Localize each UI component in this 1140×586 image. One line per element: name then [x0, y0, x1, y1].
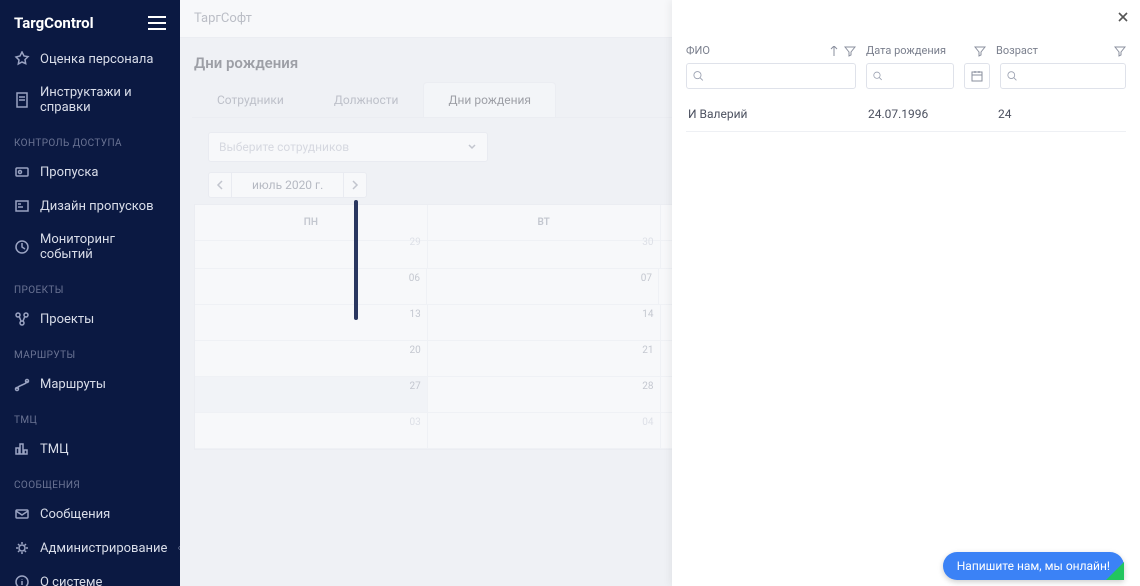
sidebar-item-briefings[interactable]: Инструктажи и справки: [0, 76, 180, 124]
tmc-icon: [14, 441, 30, 457]
sidebar-item-label: Пропуска: [40, 165, 98, 180]
col-dob-label: Дата рождения: [866, 44, 946, 57]
nav-section-title: МАРШРУТЫ: [0, 336, 180, 367]
calendar-cell[interactable]: 28: [428, 377, 661, 413]
tab-employees[interactable]: Сотрудники: [192, 82, 309, 117]
filter-icon[interactable]: [1114, 45, 1126, 57]
calendar-cell[interactable]: 29: [195, 233, 428, 269]
date-picker-button[interactable]: [964, 63, 990, 89]
search-icon: [693, 70, 704, 82]
sidebar-item-label: Сообщения: [40, 507, 110, 522]
day-number: 03: [410, 417, 421, 428]
sidebar-item-label: О системе: [40, 575, 102, 586]
side-panel: ФИО Дата рождения Возраст: [672, 0, 1140, 586]
cell-dob: 24.07.1996: [868, 107, 988, 121]
day-number: 13: [410, 309, 421, 320]
sidebar-item-tmc[interactable]: ТМЦ: [0, 432, 180, 466]
sidebar-item-staff-eval[interactable]: Оценка персонала: [0, 42, 180, 76]
prev-month-button[interactable]: [208, 172, 232, 198]
sidebar-item-routes[interactable]: Маршруты: [0, 367, 180, 401]
sidebar-item-label: Дизайн пропусков: [40, 199, 154, 214]
menu-toggle-icon[interactable]: [148, 16, 166, 30]
nav-section-title: ПРОЕКТЫ: [0, 271, 180, 302]
messages-icon: [14, 506, 30, 522]
calendar-cell[interactable]: 27: [195, 377, 428, 413]
sidebar-item-label: Маршруты: [40, 377, 106, 392]
employee-select[interactable]: Выберите сотрудников: [208, 132, 488, 162]
day-number: 30: [642, 237, 653, 248]
month-label: июль 2020 г.: [232, 172, 343, 198]
day-number: 28: [642, 381, 653, 392]
day-number: 06: [409, 273, 420, 284]
about-icon: [14, 574, 30, 586]
monitoring-icon: [14, 239, 30, 255]
day-number: 04: [642, 417, 653, 428]
cell-fio: И Валерий: [688, 107, 858, 121]
sidebar-item-pass-design[interactable]: Дизайн пропусков: [0, 189, 180, 223]
table-row[interactable]: И Валерий 24.07.1996 24: [686, 97, 1126, 132]
filter-icon[interactable]: [974, 45, 986, 57]
day-number: 07: [641, 273, 652, 284]
nav-section-title: КОНТРОЛЬ ДОСТУПА: [0, 124, 180, 155]
passes-icon: [14, 164, 30, 180]
calendar-cell[interactable]: 06: [195, 269, 427, 305]
sidebar-item-projects[interactable]: Проекты: [0, 302, 180, 336]
chat-label: Напишите нам, мы онлайн!: [957, 559, 1110, 573]
briefings-icon: [14, 92, 30, 108]
staff-eval-icon: [14, 51, 30, 67]
next-month-button[interactable]: [343, 172, 367, 198]
sidebar-item-label: Мониторинг событий: [40, 232, 166, 262]
routes-icon: [14, 376, 30, 392]
day-number: 27: [410, 381, 421, 392]
sidebar-item-admin[interactable]: Администрирование‹: [0, 531, 180, 565]
calendar-cell[interactable]: 07: [427, 269, 659, 305]
employee-select-placeholder: Выберите сотрудников: [219, 140, 349, 154]
tab-birthdays[interactable]: Дни рождения: [423, 82, 556, 117]
calendar-icon: [971, 70, 983, 82]
sidebar-item-monitoring[interactable]: Мониторинг событий: [0, 223, 180, 271]
calendar-cell[interactable]: 30: [428, 233, 661, 269]
search-dob-input[interactable]: [866, 63, 954, 89]
calendar-cell[interactable]: 21: [428, 341, 661, 377]
sidebar-item-label: Инструктажи и справки: [40, 85, 166, 115]
pass-design-icon: [14, 198, 30, 214]
day-number: 14: [642, 309, 653, 320]
calendar-cell[interactable]: 20: [195, 341, 428, 377]
search-fio-input[interactable]: [686, 63, 856, 89]
cell-age: 24: [998, 107, 1124, 121]
sidebar-item-passes[interactable]: Пропуска: [0, 155, 180, 189]
day-number: 29: [410, 237, 421, 248]
nav-section-title: ТМЦ: [0, 401, 180, 432]
day-number: 20: [410, 345, 421, 356]
nav-section-title: СООБЩЕНИЯ: [0, 466, 180, 497]
search-age-input[interactable]: [1000, 63, 1126, 89]
sidebar-item-messages[interactable]: Сообщения: [0, 497, 180, 531]
sidebar: TargControl Оценка персонала Инструктажи …: [0, 0, 180, 586]
projects-icon: [14, 311, 30, 327]
chat-widget[interactable]: Напишите нам, мы онлайн!: [943, 552, 1124, 580]
sidebar-item-label: Оценка персонала: [40, 52, 153, 67]
sidebar-item-label: Администрирование: [40, 541, 167, 556]
sidebar-item-label: Проекты: [40, 312, 94, 327]
chevron-down-icon: [467, 142, 477, 152]
sidebar-scrollbar[interactable]: [354, 200, 358, 320]
sidebar-item-label: ТМЦ: [40, 442, 69, 457]
calendar-cell[interactable]: 03: [195, 413, 428, 449]
logo: TargControl: [14, 14, 94, 32]
search-icon: [1007, 70, 1017, 82]
calendar-cell[interactable]: 04: [428, 413, 661, 449]
calendar-cell[interactable]: 13: [195, 305, 428, 341]
admin-icon: [14, 540, 30, 556]
tab-positions[interactable]: Должности: [309, 82, 424, 117]
calendar-cell[interactable]: 14: [428, 305, 661, 341]
close-icon[interactable]: [1116, 10, 1130, 24]
sidebar-item-about[interactable]: О системе: [0, 565, 180, 586]
sort-icon[interactable]: [830, 46, 838, 56]
col-fio-label: ФИО: [686, 44, 710, 57]
day-number: 21: [642, 345, 653, 356]
filter-icon[interactable]: [844, 45, 856, 57]
chat-corner-decoration: [1106, 562, 1124, 580]
search-icon: [873, 70, 882, 82]
col-age-label: Возраст: [996, 44, 1038, 57]
